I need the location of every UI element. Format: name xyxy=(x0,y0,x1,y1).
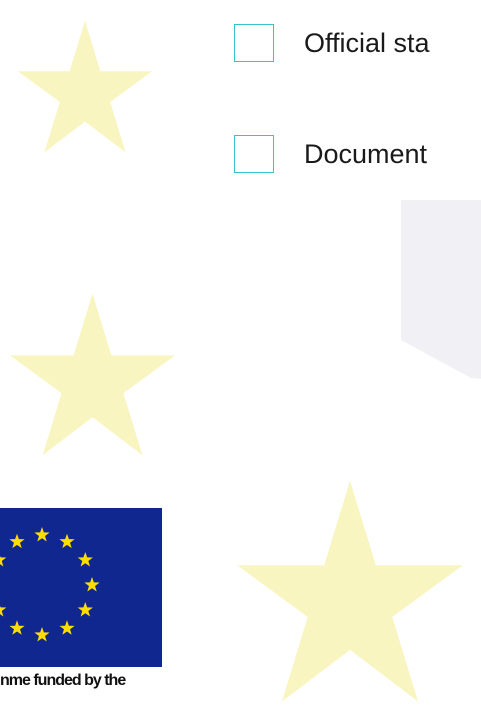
eu-star-icon xyxy=(34,627,50,642)
eu-star-icon xyxy=(0,555,7,567)
document-checkbox[interactable] xyxy=(234,135,274,173)
document-page: Official sta Document nme funded by the xyxy=(0,0,481,707)
eu-flag-logo xyxy=(0,508,162,667)
eu-stars-circle xyxy=(0,527,100,642)
decorative-star-icon xyxy=(17,20,153,153)
decorative-panel-shape xyxy=(401,200,481,379)
eu-funding-caption: nme funded by the xyxy=(0,672,126,689)
official-status-checkbox[interactable] xyxy=(234,24,274,62)
decorative-star-icon xyxy=(9,293,176,456)
checkbox-row-document[interactable]: Document xyxy=(234,135,427,173)
eu-star-icon xyxy=(59,620,75,635)
document-label: Document xyxy=(304,139,428,169)
eu-star-icon xyxy=(59,533,75,549)
eu-star-icon xyxy=(77,552,93,567)
eu-star-icon xyxy=(0,605,7,617)
eu-star-icon xyxy=(34,527,50,542)
checkbox-row-official-status[interactable]: Official sta xyxy=(234,24,430,62)
eu-star-icon xyxy=(9,620,25,635)
eu-star-icon xyxy=(84,577,100,592)
decorative-star-icon xyxy=(237,480,463,702)
eu-star-icon xyxy=(77,602,93,617)
official-status-label: Official sta xyxy=(304,28,430,58)
eu-star-icon xyxy=(9,533,25,549)
